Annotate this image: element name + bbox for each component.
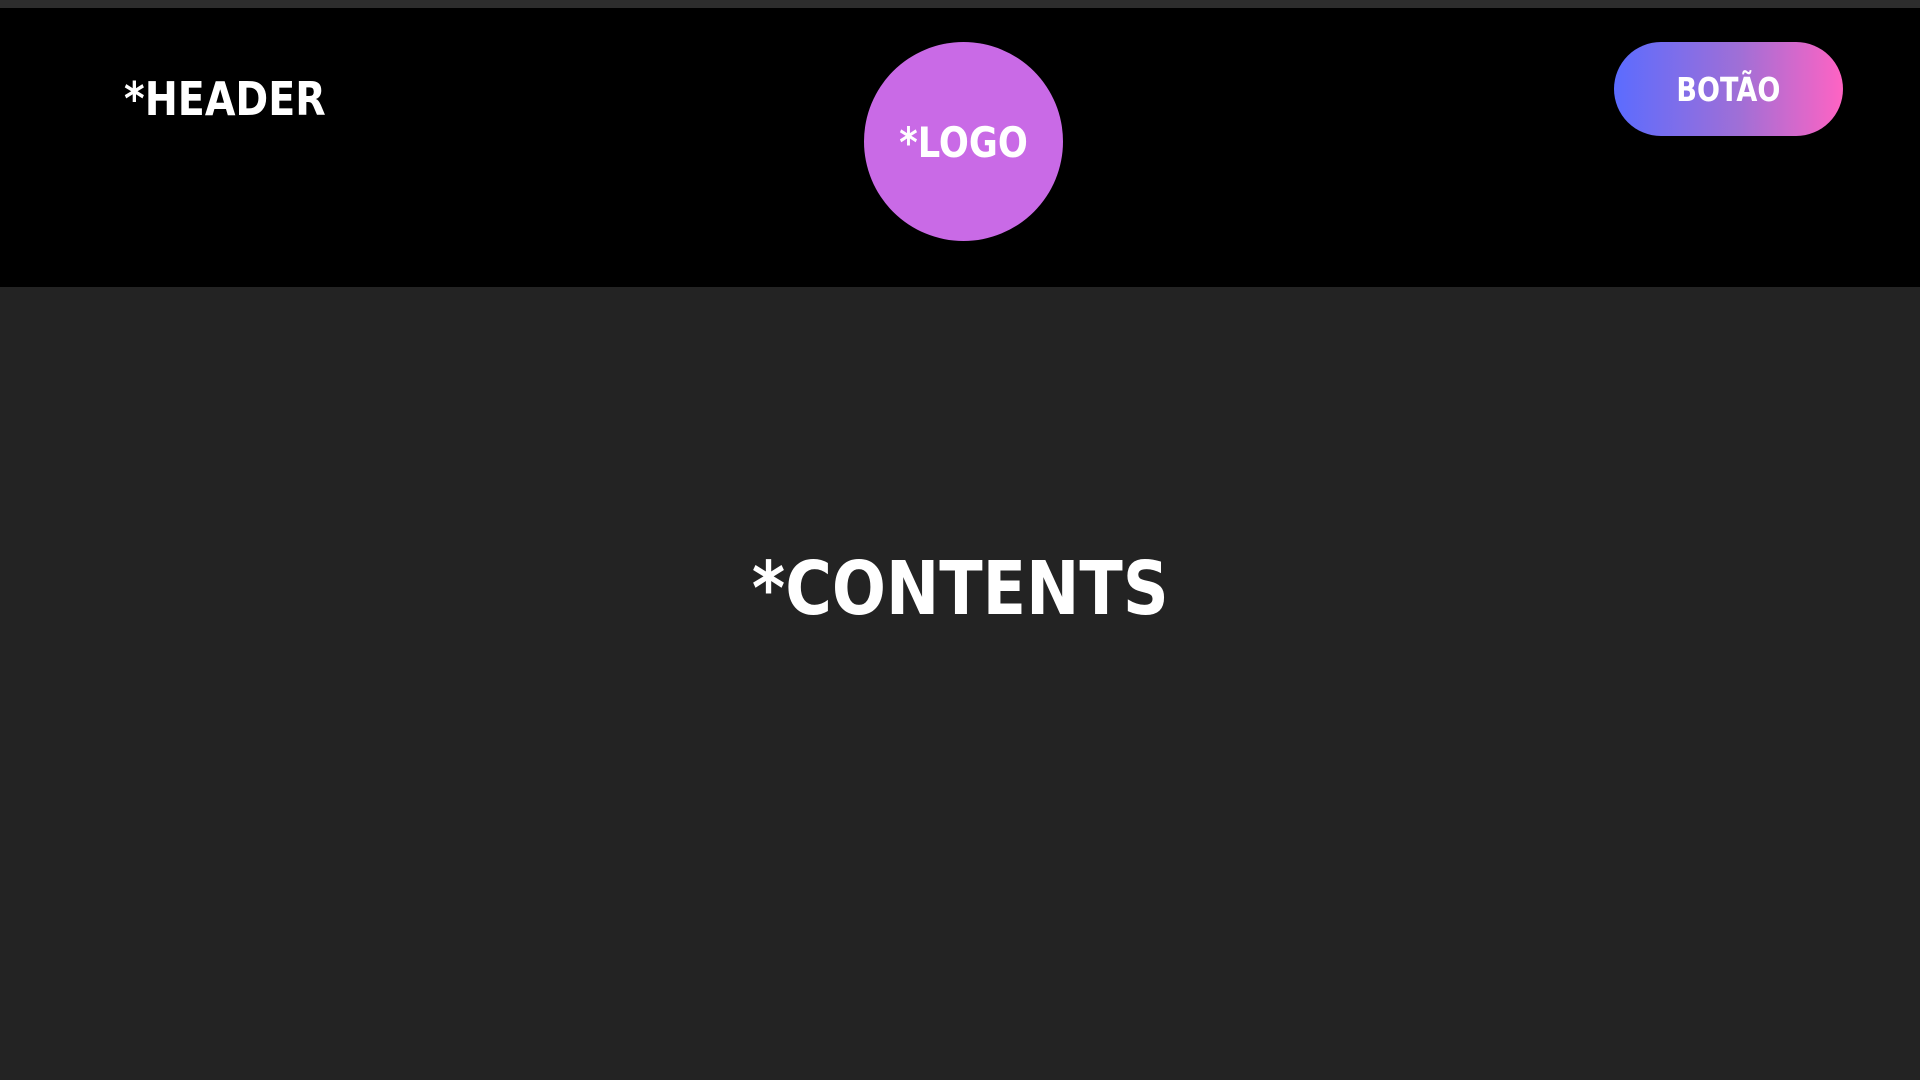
contents-label: *CONTENTS [0,552,1920,626]
logo[interactable]: *LOGO [864,42,1063,241]
cta-button[interactable]: BOTÃO [1614,42,1843,136]
contents-label-text: *CONTENTS [751,546,1169,632]
page-header: *HEADER *LOGO BOTÃO [0,8,1920,287]
window-top-strip [0,0,1920,8]
logo-label: *LOGO [899,117,1028,167]
header-label: *HEADER [124,72,326,126]
cta-button-label: BOTÃO [1676,69,1781,109]
main-content: *CONTENTS [0,287,1920,1080]
